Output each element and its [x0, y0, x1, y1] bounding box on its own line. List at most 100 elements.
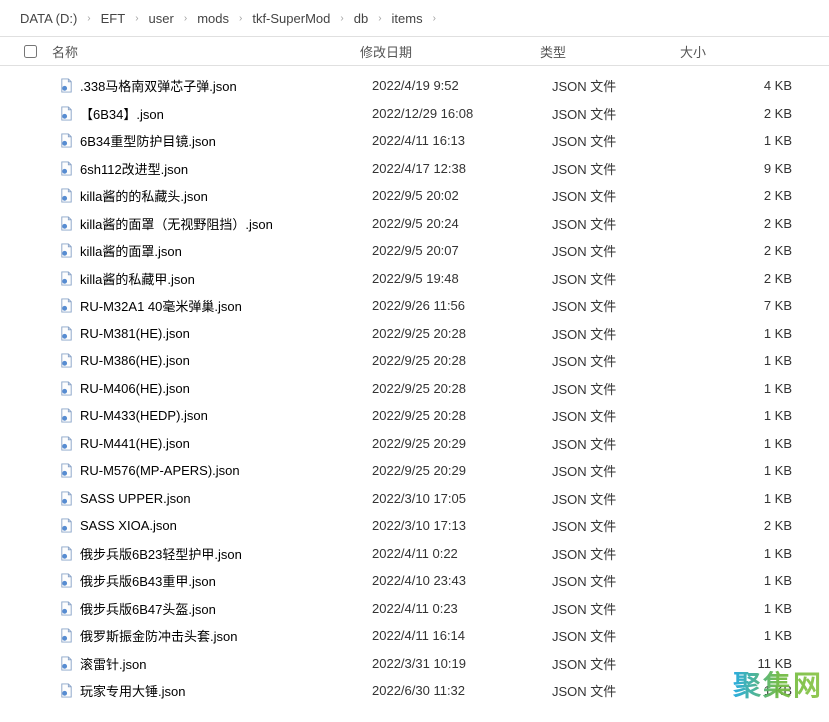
chevron-right-icon: ›	[376, 13, 383, 24]
json-file-icon	[58, 683, 74, 699]
column-header-size[interactable]: 大小	[680, 42, 800, 61]
file-size: 2 KB	[692, 106, 812, 121]
file-name: SASS XIOA.json	[80, 518, 372, 533]
json-file-icon	[58, 490, 74, 506]
file-date: 2022/9/5 19:48	[372, 271, 552, 286]
file-size: 1 KB	[692, 326, 812, 341]
select-all-checkbox[interactable]	[24, 45, 42, 58]
file-date: 2022/3/31 10:19	[372, 656, 552, 671]
chevron-right-icon: ›	[182, 13, 189, 24]
breadcrumb-segment[interactable]: db	[346, 9, 376, 28]
json-file-icon	[58, 243, 74, 259]
json-file-icon	[58, 133, 74, 149]
json-file-icon	[58, 573, 74, 589]
file-type: JSON 文件	[552, 131, 692, 150]
json-file-icon	[58, 78, 74, 94]
file-row[interactable]: killa酱的面罩.json2022/9/5 20:07JSON 文件2 KB	[0, 237, 829, 265]
file-row[interactable]: RU-M386(HE).json2022/9/25 20:28JSON 文件1 …	[0, 347, 829, 375]
file-row[interactable]: RU-M406(HE).json2022/9/25 20:28JSON 文件1 …	[0, 375, 829, 403]
file-row[interactable]: 俄罗斯振金防冲击头套.json2022/4/11 16:14JSON 文件1 K…	[0, 622, 829, 650]
breadcrumb-segment[interactable]: tkf-SuperMod	[244, 9, 338, 28]
file-row[interactable]: RU-M32A1 40毫米弹巢.json2022/9/26 11:56JSON …	[0, 292, 829, 320]
file-date: 2022/9/26 11:56	[372, 298, 552, 313]
file-size: 1 KB	[692, 573, 812, 588]
file-size: 1 KB	[692, 628, 812, 643]
file-name: 俄罗斯振金防冲击头套.json	[80, 626, 372, 645]
file-size: 2 KB	[692, 243, 812, 258]
file-row[interactable]: 俄步兵版6B43重甲.json2022/4/10 23:43JSON 文件1 K…	[0, 567, 829, 595]
file-type: JSON 文件	[552, 76, 692, 95]
file-row[interactable]: RU-M433(HEDP).json2022/9/25 20:28JSON 文件…	[0, 402, 829, 430]
file-size: 9 KB	[692, 161, 812, 176]
json-file-icon	[58, 270, 74, 286]
file-name: RU-M381(HE).json	[80, 326, 372, 341]
column-header-date[interactable]: 修改日期	[360, 42, 540, 61]
file-row[interactable]: 【6B34】.json2022/12/29 16:08JSON 文件2 KB	[0, 100, 829, 128]
file-row[interactable]: 玩家专用大锤.json2022/6/30 11:32JSON 文件1 KB	[0, 677, 829, 705]
file-row[interactable]: SASS XIOA.json2022/3/10 17:13JSON 文件2 KB	[0, 512, 829, 540]
file-name: RU-M576(MP-APERS).json	[80, 463, 372, 478]
file-date: 2022/4/17 12:38	[372, 161, 552, 176]
breadcrumb-segment[interactable]: DATA (D:)	[12, 9, 85, 28]
json-file-icon	[58, 380, 74, 396]
file-name: RU-M32A1 40毫米弹巢.json	[80, 296, 372, 315]
json-file-icon	[58, 518, 74, 534]
file-type: JSON 文件	[552, 654, 692, 673]
file-type: JSON 文件	[552, 626, 692, 645]
file-row[interactable]: RU-M441(HE).json2022/9/25 20:29JSON 文件1 …	[0, 430, 829, 458]
column-header-type[interactable]: 类型	[540, 42, 680, 61]
file-name: 俄步兵版6B23轻型护甲.json	[80, 544, 372, 563]
file-row[interactable]: 滚雷针.json2022/3/31 10:19JSON 文件11 KB	[0, 650, 829, 678]
file-date: 2022/9/5 20:07	[372, 243, 552, 258]
breadcrumb-segment[interactable]: mods	[189, 9, 237, 28]
json-file-icon	[58, 545, 74, 561]
file-date: 2022/4/11 0:22	[372, 546, 552, 561]
file-date: 2022/3/10 17:05	[372, 491, 552, 506]
file-type: JSON 文件	[552, 296, 692, 315]
file-size: 7 KB	[692, 298, 812, 313]
file-size: 1 KB	[692, 601, 812, 616]
file-row[interactable]: 6B34重型防护目镜.json2022/4/11 16:13JSON 文件1 K…	[0, 127, 829, 155]
file-row[interactable]: .338马格南双弹芯子弹.json2022/4/19 9:52JSON 文件4 …	[0, 72, 829, 100]
file-type: JSON 文件	[552, 434, 692, 453]
json-file-icon	[58, 160, 74, 176]
file-type: JSON 文件	[552, 214, 692, 233]
file-date: 2022/4/19 9:52	[372, 78, 552, 93]
file-date: 2022/4/11 0:23	[372, 601, 552, 616]
file-row[interactable]: killa酱的私藏甲.json2022/9/5 19:48JSON 文件2 KB	[0, 265, 829, 293]
json-file-icon	[58, 655, 74, 671]
file-row[interactable]: 俄步兵版6B23轻型护甲.json2022/4/11 0:22JSON 文件1 …	[0, 540, 829, 568]
breadcrumb-segment[interactable]: items	[384, 9, 431, 28]
file-size: 1 KB	[692, 463, 812, 478]
file-type: JSON 文件	[552, 186, 692, 205]
file-row[interactable]: killa酱的面罩（无视野阻挡）.json2022/9/5 20:24JSON …	[0, 210, 829, 238]
file-name: killa酱的面罩.json	[80, 241, 372, 260]
breadcrumb: DATA (D:)›EFT›user›mods›tkf-SuperMod›db›…	[0, 0, 829, 36]
file-name: 滚雷针.json	[80, 654, 372, 673]
file-date: 2022/9/25 20:28	[372, 353, 552, 368]
chevron-right-icon: ›	[237, 13, 244, 24]
file-size: 1 KB	[692, 491, 812, 506]
file-name: RU-M386(HE).json	[80, 353, 372, 368]
file-name: RU-M433(HEDP).json	[80, 408, 372, 423]
file-type: JSON 文件	[552, 571, 692, 590]
breadcrumb-segment[interactable]: EFT	[93, 9, 134, 28]
file-date: 2022/9/25 20:28	[372, 381, 552, 396]
file-row[interactable]: 6sh112改进型.json2022/4/17 12:38JSON 文件9 KB	[0, 155, 829, 183]
file-row[interactable]: RU-M381(HE).json2022/9/25 20:28JSON 文件1 …	[0, 320, 829, 348]
file-row[interactable]: SASS UPPER.json2022/3/10 17:05JSON 文件1 K…	[0, 485, 829, 513]
column-header-row: 名称 修改日期 类型 大小	[0, 36, 829, 66]
json-file-icon	[58, 600, 74, 616]
json-file-icon	[58, 298, 74, 314]
column-header-name[interactable]: 名称	[42, 42, 360, 61]
file-row[interactable]: 俄步兵版6B47头盔.json2022/4/11 0:23JSON 文件1 KB	[0, 595, 829, 623]
file-name: 6sh112改进型.json	[80, 159, 372, 178]
file-size: 1 KB	[692, 683, 812, 698]
json-file-icon	[58, 325, 74, 341]
file-row[interactable]: RU-M576(MP-APERS).json2022/9/25 20:29JSO…	[0, 457, 829, 485]
breadcrumb-segment[interactable]: user	[141, 9, 182, 28]
chevron-right-icon: ›	[133, 13, 140, 24]
json-file-icon	[58, 408, 74, 424]
file-row[interactable]: killa酱的的私藏头.json2022/9/5 20:02JSON 文件2 K…	[0, 182, 829, 210]
file-date: 2022/9/5 20:24	[372, 216, 552, 231]
